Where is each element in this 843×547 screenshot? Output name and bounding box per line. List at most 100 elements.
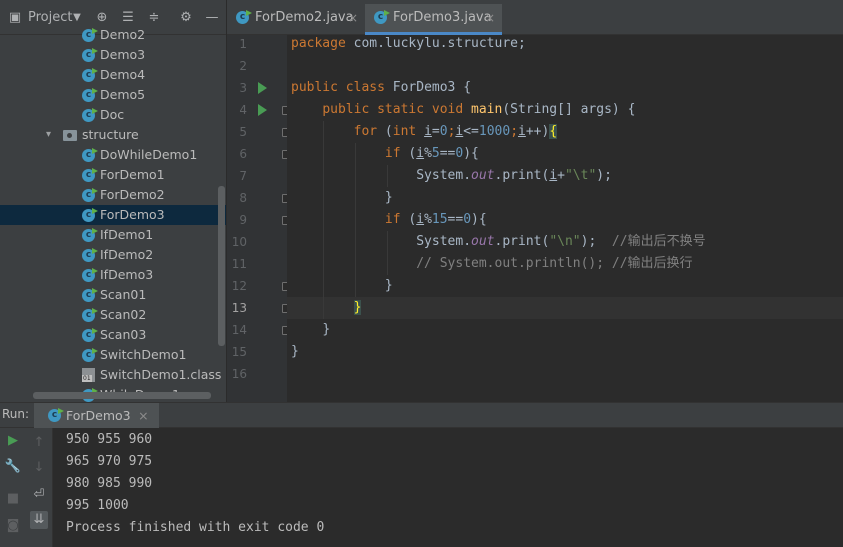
tree-item[interactable]: c Demo2 [0,25,226,45]
tree-item[interactable]: c DoWhileDemo1 [0,145,226,165]
code-line-4: public static void main(String[] args) { [291,99,635,121]
line-number: 16 [231,367,247,381]
tree-item[interactable]: c IfDemo3 [0,265,226,285]
tree-item[interactable]: c Demo4 [0,65,226,85]
tree-item-label: IfDemo3 [100,267,154,282]
tree-item[interactable]: c IfDemo1 [0,225,226,245]
line-number: 5 [239,125,247,139]
line-number: 4 [239,103,247,117]
run-tab-fordemo3[interactable]: c ForDemo3 × [34,403,159,430]
tree-vertical-scrollbar[interactable] [218,186,225,346]
line-number: 3 [239,81,247,95]
tree-item-label: Demo2 [100,27,146,42]
close-icon[interactable]: × [348,4,358,32]
class-icon: c [82,209,95,222]
stop-icon[interactable]: ■ [4,490,22,508]
camera-icon[interactable]: ◙ [4,517,22,535]
tree-item-selected[interactable]: c ForDemo3 [0,205,226,225]
keyword: if [384,146,401,161]
string-literal: "\n" [549,234,581,249]
console-line: 995 1000 [66,498,129,513]
line-number-current: 13 [231,301,247,315]
tree-item[interactable]: SwitchDemo1.class [0,365,226,385]
class-icon: c [82,329,95,342]
tab-fordemo2[interactable]: c ForDemo2.java × [227,4,365,32]
variable: i [416,212,425,227]
code-editor[interactable]: package com.luckylu.structure; public cl… [287,35,843,402]
code-token: ){ [471,212,487,227]
tree-item[interactable]: c Doc [0,105,226,125]
tree-item-label: IfDemo2 [100,247,154,262]
class-icon: c [82,49,95,62]
code-token: % [424,146,432,161]
tree-item-label: SwitchDemo1.class [100,367,222,382]
wrench-icon[interactable]: 🔧 [4,458,22,476]
arrow-down-icon[interactable]: ↓ [30,459,48,477]
class-icon: c [48,409,61,422]
tab-fordemo3[interactable]: c ForDemo3.java × [365,4,502,35]
run-toolbar-secondary: ↑ ↓ ⏎ ⇊ [26,428,53,547]
run-label: Run: [2,407,30,421]
tree-item-label: Scan01 [100,287,147,302]
tree-item[interactable]: c Scan02 [0,305,226,325]
run-main-icon[interactable] [258,104,267,116]
tree-item[interactable]: c Scan03 [0,325,226,345]
code-token: ( [400,212,417,227]
tree-item-package[interactable]: ▾ structure [0,125,226,145]
matched-brace: } [353,300,362,315]
console-line: 950 955 960 [66,432,153,447]
close-icon[interactable]: × [485,4,495,32]
chevron-down-icon[interactable]: ▾ [46,125,51,145]
code-token: == [439,146,456,161]
keyword: public [291,80,338,95]
tree-horizontal-scrollbar[interactable] [33,392,211,399]
tree-item-label: Demo3 [100,47,146,62]
code-line-11: // System.out.println(); //输出后换行 [291,253,692,275]
variable: i [424,124,432,139]
tree-item-label: ForDemo2 [100,187,165,202]
line-number: 15 [231,345,247,359]
number: 1000 [478,124,511,139]
tree-item[interactable]: c Demo3 [0,45,226,65]
code-line-6: if (i%5==0){ [291,143,479,165]
close-icon[interactable]: × [138,403,148,428]
arrow-up-icon[interactable]: ↑ [30,434,48,452]
code-line-5: for (int i=0;i<=1000;i++){ [291,121,558,143]
line-number: 12 [231,279,247,293]
line-number: 2 [239,59,247,73]
keyword: int [392,124,417,139]
tree-item-label: ForDemo3 [100,207,165,222]
tab-label: ForDemo3.java [393,10,492,25]
tree-item[interactable]: c Demo5 [0,85,226,105]
package-folder-icon [63,130,77,141]
tab-label: ForDemo2.java [255,10,354,25]
tree-item[interactable]: c ForDemo2 [0,185,226,205]
console-output[interactable]: 950 955 960 965 970 975 980 985 990 995 … [53,428,843,547]
line-number: 9 [239,213,247,227]
variable: i [416,146,425,161]
code-token: ++) [525,124,550,139]
code-token: ( [377,124,393,139]
variable: i [549,168,558,183]
tree-item[interactable]: c SwitchDemo1 [0,345,226,365]
code-line-1: package com.luckylu.structure; [291,35,526,55]
number: 0 [439,124,448,139]
rerun-icon[interactable]: ▶ [4,432,22,450]
tree-item-label: Demo5 [100,87,146,102]
code-line-13: } [291,297,362,319]
matched-brace: { [549,124,558,139]
code-line-15: } [291,341,299,363]
code-token: .print( [494,168,550,183]
class-icon: c [82,229,95,242]
tree-item[interactable]: c Scan01 [0,285,226,305]
soft-wrap-icon[interactable]: ⏎ [30,486,48,504]
tree-item[interactable]: c ForDemo1 [0,165,226,185]
class-icon: c [82,289,95,302]
tree-item-label: Scan02 [100,307,147,322]
method-name: main [463,102,503,117]
run-class-icon[interactable] [258,82,267,94]
tree-item[interactable]: c IfDemo2 [0,245,226,265]
class-icon: c [82,169,95,182]
scroll-to-end-icon[interactable]: ⇊ [30,511,48,529]
tree-item-label: Doc [100,107,125,122]
